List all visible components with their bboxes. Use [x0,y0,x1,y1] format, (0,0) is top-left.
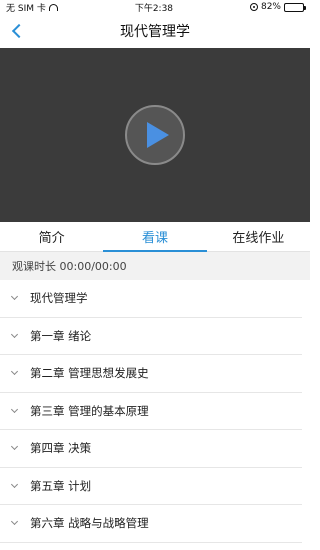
chapter-label: 第一章 绪论 [30,328,92,343]
wifi-icon [48,3,58,11]
chevron-down-icon [10,443,19,451]
chevron-down-icon [10,293,19,301]
chapter-label: 第三章 管理的基本原理 [30,403,149,418]
status-time: 下午2:38 [134,3,174,14]
tab-watch[interactable]: 看课 [103,222,207,252]
chapter-item[interactable]: 第六章 战略与战略管理 [0,505,302,543]
chapter-item[interactable]: 第五章 计划 [0,468,302,505]
tab-homework[interactable]: 在线作业 [207,222,310,251]
tab-intro[interactable]: 简介 [0,222,103,251]
chevron-left-icon [11,23,27,39]
chapter-label: 第五章 计划 [30,478,92,493]
chapter-item[interactable]: 现代管理学 [0,280,302,318]
chevron-down-icon [10,405,19,413]
video-player[interactable] [0,48,310,222]
chevron-down-icon [10,330,19,338]
tab-label: 简介 [38,231,65,246]
battery-percent: 82% [260,2,281,12]
chapter-list: 现代管理学 第一章 绪论 第二章 管理思想发展史 第三章 管理的基本原理 第四章… [0,280,310,543]
orientation-lock-icon [249,3,258,11]
chevron-down-icon [10,368,19,376]
tab-label: 看课 [141,231,168,246]
chapter-label: 第二章 管理思想发展史 [30,366,149,381]
chapter-item[interactable]: 第三章 管理的基本原理 [0,393,302,430]
chevron-down-icon [10,480,19,488]
battery-icon [284,2,306,12]
tab-label: 在线作业 [232,231,285,246]
status-left: 无 SIM 卡 [6,1,58,14]
chapter-label: 现代管理学 [30,291,88,306]
watch-time-bar: 观课时长 00:00/00:00 [0,252,310,280]
chapter-item[interactable]: 第一章 绪论 [0,318,302,355]
chapter-label: 第六章 战略与战略管理 [30,516,149,531]
tab-bar: 简介 看课 在线作业 [0,222,310,252]
chapter-item[interactable]: 第二章 管理思想发展史 [0,355,302,393]
chevron-down-icon [10,518,19,526]
chapter-item[interactable]: 第四章 决策 [0,430,302,468]
status-bar: 无 SIM 卡 下午2:38 82% [0,0,310,14]
nav-bar: 现代管理学 [0,14,310,48]
watch-time-text: 观课时长 00:00/00:00 [12,260,127,273]
play-icon [147,122,169,148]
page-title: 现代管理学 [120,24,190,40]
chapter-label: 第四章 决策 [30,441,92,456]
carrier-label: 无 SIM 卡 [6,3,46,14]
play-button[interactable] [125,105,185,165]
back-button[interactable] [6,20,28,42]
status-right: 82% [249,2,306,12]
